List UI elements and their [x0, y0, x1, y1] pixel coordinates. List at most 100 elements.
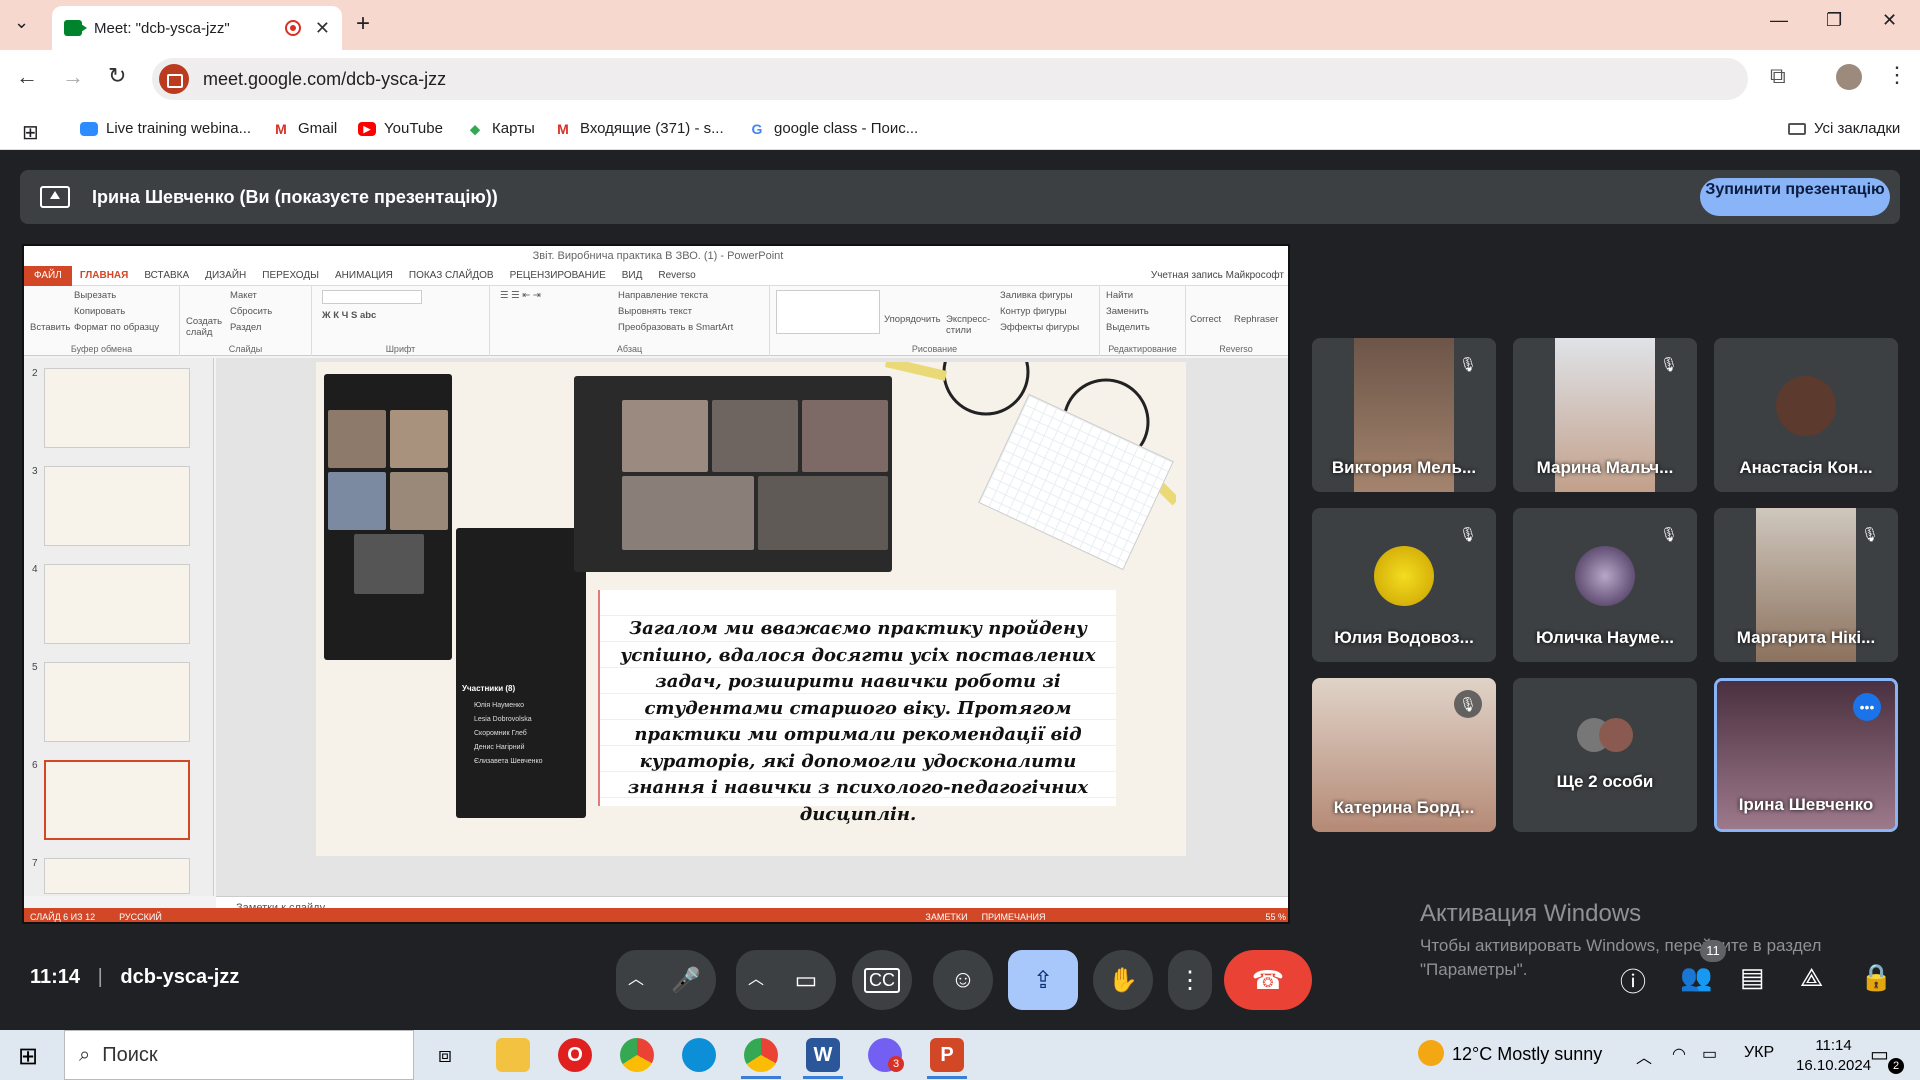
weather-text[interactable]: 12°C Mostly sunny: [1452, 1044, 1602, 1065]
present-screen-button[interactable]: ⇪: [1008, 950, 1078, 1010]
host-controls-lock-icon[interactable]: 🔒: [1860, 962, 1892, 993]
browser-tab-meet[interactable]: Meet: "dcb-ysca-jzz" ✕: [52, 6, 342, 50]
ppt-tab-file[interactable]: ФАЙЛ: [24, 265, 72, 286]
bookmark-live-training[interactable]: Live training webina...: [80, 120, 251, 137]
ppt-tab-view[interactable]: ВИД: [614, 270, 651, 281]
text-direction-button[interactable]: Направление текста: [618, 290, 708, 301]
captions-button[interactable]: CC: [852, 950, 912, 1010]
ppt-tab-reverso[interactable]: Reverso: [650, 270, 703, 281]
notifications-icon[interactable]: ▭: [1870, 1042, 1889, 1067]
bookmark-youtube[interactable]: ▶ YouTube: [358, 120, 443, 137]
shape-outline-button[interactable]: Контур фигуры: [1000, 306, 1066, 317]
emoji-reactions-button[interactable]: ☺: [933, 950, 993, 1010]
bold-button[interactable]: Ж К Ч S abc: [322, 310, 376, 321]
language-indicator[interactable]: УКР: [1744, 1044, 1774, 1062]
align-text-button[interactable]: Выровнять текст: [618, 306, 692, 317]
ppt-tab-insert[interactable]: ВСТАВКА: [136, 270, 197, 281]
quick-styles-button[interactable]: Экспресс-стили: [946, 314, 996, 336]
weather-icon[interactable]: [1418, 1040, 1444, 1066]
activities-icon[interactable]: ⟁: [1800, 962, 1823, 994]
word-icon[interactable]: W: [806, 1038, 840, 1072]
status-comments-button[interactable]: ПРИМЕЧАНИЯ: [982, 912, 1046, 922]
battery-icon[interactable]: ▭: [1702, 1044, 1717, 1064]
network-icon[interactable]: ◠: [1672, 1044, 1686, 1064]
bookmark-gmail[interactable]: M Gmail: [272, 120, 337, 137]
participant-tile-more[interactable]: Ще 2 особи: [1513, 678, 1697, 832]
taskbar-search[interactable]: ⌕ Поиск: [64, 1030, 414, 1080]
video-options-chevron-up-icon[interactable]: ︿: [736, 950, 776, 1010]
status-notes-button[interactable]: ЗАМЕТКИ: [925, 912, 967, 922]
copy-button[interactable]: Копировать: [74, 306, 125, 317]
menu-icon[interactable]: ⋮: [1886, 62, 1908, 88]
ppt-tab-home[interactable]: ГЛАВНАЯ: [72, 270, 137, 281]
tray-chevron-up-icon[interactable]: ︿: [1636, 1044, 1652, 1068]
chrome-profile-icon[interactable]: [744, 1038, 778, 1072]
slide-thumb-5[interactable]: [44, 662, 190, 742]
participant-tile[interactable]: 🎙 Виктория Мель...: [1312, 338, 1496, 492]
ppt-tab-transitions[interactable]: ПЕРЕХОДЫ: [254, 270, 327, 281]
slide-thumb-7[interactable]: [44, 858, 190, 894]
ppt-tab-slideshow[interactable]: ПОКАЗ СЛАЙДОВ: [401, 270, 502, 281]
more-options-icon[interactable]: •••: [1853, 693, 1881, 721]
bullets-icon[interactable]: ☰ ☰ ⇤ ⇥: [500, 290, 541, 301]
all-bookmarks[interactable]: Усі закладки: [1788, 120, 1900, 137]
participant-tile[interactable]: 🎙 Юлия Водовоз...: [1312, 508, 1496, 662]
file-explorer-icon[interactable]: [496, 1038, 530, 1072]
reset-button[interactable]: Сбросить: [230, 306, 272, 317]
reload-icon[interactable]: ↻: [108, 63, 126, 89]
status-zoom[interactable]: 55 %: [1265, 912, 1286, 922]
replace-button[interactable]: Заменить: [1106, 306, 1149, 317]
find-button[interactable]: Найти: [1106, 290, 1133, 301]
audio-options-chevron-up-icon[interactable]: ︿: [616, 950, 656, 1010]
bookmark-google-class[interactable]: Ggoogle class - Поис...: [748, 120, 919, 137]
camera-button[interactable]: ▭: [776, 950, 836, 1010]
slide-thumb-4[interactable]: [44, 564, 190, 644]
cut-button[interactable]: Вырезать: [74, 290, 116, 301]
format-painter-button[interactable]: Формат по образцу: [74, 322, 159, 333]
taskbar-clock[interactable]: 11:14 16.10.2024: [1796, 1036, 1871, 1076]
new-tab-button[interactable]: +: [356, 10, 370, 38]
current-slide[interactable]: Участники (8) Юлія Науменко Lesia Dobrov…: [316, 362, 1186, 856]
extensions-icon[interactable]: ⧉: [1770, 63, 1786, 89]
shape-effects-button[interactable]: Эффекты фигуры: [1000, 322, 1079, 333]
chrome-icon[interactable]: [620, 1038, 654, 1072]
ppt-tab-review[interactable]: РЕЦЕНЗИРОВАНИЕ: [502, 270, 614, 281]
microphone-button[interactable]: 🎤: [656, 950, 716, 1010]
more-options-button[interactable]: ⋮: [1168, 950, 1212, 1010]
slide-text-box[interactable]: Загалом ми вважаємо практику пройдену ус…: [598, 590, 1116, 825]
smartart-button[interactable]: Преобразовать в SmartArt: [618, 322, 733, 333]
participant-tile[interactable]: 🎙 Марина Мальч...: [1513, 338, 1697, 492]
layout-button[interactable]: Макет: [230, 290, 257, 301]
select-button[interactable]: Выделить: [1106, 322, 1150, 333]
participant-tile[interactable]: Анастасія Кон...: [1714, 338, 1898, 492]
rephraser-button[interactable]: Rephraser: [1234, 314, 1278, 325]
bookmark-inbox[interactable]: M Входящие (371) - s...: [554, 120, 723, 137]
paste-button[interactable]: Вставить: [30, 322, 70, 333]
stop-presenting-button[interactable]: Зупинити презентацію: [1700, 178, 1890, 216]
participant-tile-self[interactable]: ••• Ірина Шевченко: [1714, 678, 1898, 832]
profile-avatar[interactable]: [1836, 64, 1862, 90]
bookmark-maps[interactable]: ⬥ Карты: [466, 120, 535, 137]
people-icon[interactable]: 👥: [1680, 962, 1712, 993]
opera-icon[interactable]: O: [558, 1038, 592, 1072]
close-window-icon[interactable]: ✕: [1882, 10, 1897, 31]
chat-icon[interactable]: ▤: [1740, 962, 1765, 993]
shape-fill-button[interactable]: Заливка фигуры: [1000, 290, 1073, 301]
edge-icon[interactable]: [682, 1038, 716, 1072]
participant-tile[interactable]: 🎙 Юличка Науме...: [1513, 508, 1697, 662]
apps-icon[interactable]: ⊞: [22, 120, 39, 145]
windows-start-icon[interactable]: ⊞: [18, 1042, 38, 1071]
tab-search-icon[interactable]: ⌄: [14, 12, 29, 33]
task-view-icon[interactable]: ⧈: [438, 1042, 452, 1068]
site-info-icon[interactable]: [159, 64, 189, 94]
powerpoint-icon[interactable]: P: [930, 1038, 964, 1072]
forward-icon[interactable]: →: [62, 64, 84, 90]
restore-icon[interactable]: ❐: [1826, 10, 1842, 31]
raise-hand-button[interactable]: ✋: [1093, 950, 1153, 1010]
font-name-input[interactable]: [322, 290, 422, 304]
slide-thumb-2[interactable]: [44, 368, 190, 448]
ppt-account[interactable]: Учетная запись Майкрософт: [1143, 270, 1288, 281]
participant-tile[interactable]: 🎙 Катерина Борд...: [1312, 678, 1496, 832]
arrange-button[interactable]: Упорядочить: [884, 314, 941, 325]
ppt-tab-animation[interactable]: АНИМАЦИЯ: [327, 270, 401, 281]
